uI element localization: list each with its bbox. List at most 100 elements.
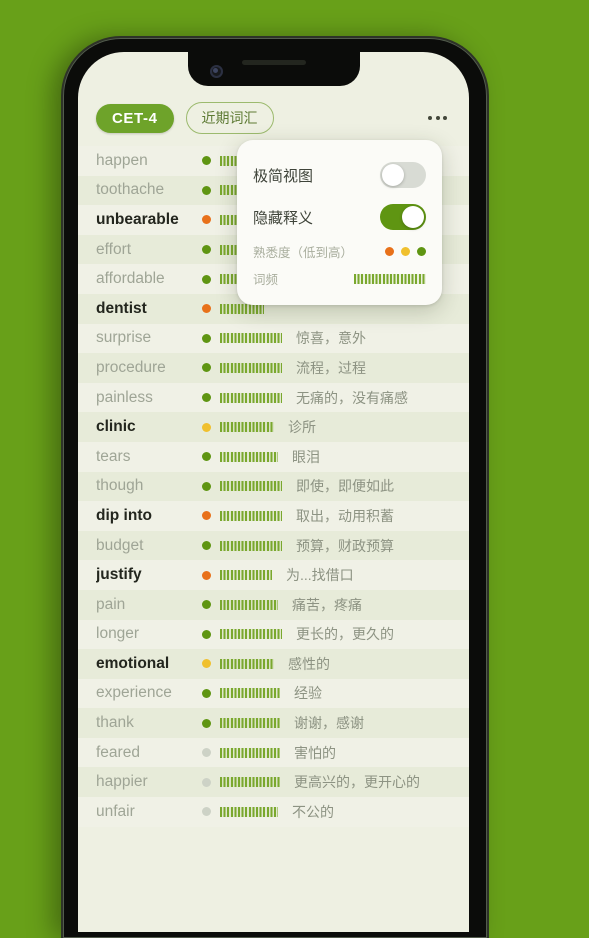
familiarity-dot bbox=[202, 481, 211, 491]
word-term: dentist bbox=[96, 299, 147, 317]
setting-row-hide-definition[interactable]: 隐藏释义 bbox=[253, 196, 426, 238]
word-row[interactable]: happier 更高兴的，更开心的 bbox=[78, 767, 469, 798]
frequency-legend-bar bbox=[354, 273, 426, 284]
word-term: justify bbox=[96, 566, 142, 584]
familiarity-dot bbox=[202, 215, 211, 225]
word-term: happier bbox=[96, 773, 148, 791]
word-definition: 诊所 bbox=[288, 419, 316, 436]
word-definition: 即使，即便如此 bbox=[296, 478, 394, 495]
word-definition: 流程，过程 bbox=[296, 359, 366, 376]
word-row[interactable]: thank 谢谢，感谢 bbox=[78, 708, 469, 738]
word-definition: 害怕的 bbox=[294, 744, 336, 761]
word-term: longer bbox=[96, 625, 140, 643]
word-row[interactable]: feared 害怕的 bbox=[78, 737, 469, 768]
frequency-bar bbox=[220, 658, 274, 669]
app-header: CET-4 近期词汇 bbox=[78, 96, 469, 140]
word-term: unfair bbox=[96, 802, 135, 820]
frequency-bar bbox=[220, 362, 282, 373]
word-row[interactable]: dip into 取出，动用积蓄 bbox=[78, 501, 469, 531]
toggle-hide-definition[interactable] bbox=[380, 204, 426, 230]
word-row[interactable]: though 即使，即便如此 bbox=[78, 471, 469, 502]
word-row[interactable]: painless 无痛的，没有痛感 bbox=[78, 382, 469, 413]
word-definition: 无痛的，没有痛感 bbox=[296, 389, 408, 406]
familiarity-dot bbox=[202, 333, 211, 343]
word-definition: 谢谢，感谢 bbox=[294, 715, 364, 732]
frequency-bar bbox=[220, 451, 278, 462]
word-row[interactable]: procedure 流程，过程 bbox=[78, 353, 469, 383]
word-term: though bbox=[96, 477, 144, 495]
word-row[interactable]: tears 眼泪 bbox=[78, 441, 469, 472]
familiarity-legend-dot bbox=[401, 247, 410, 256]
word-definition: 为...找借口 bbox=[286, 567, 354, 584]
setting-row-minimal-view[interactable]: 极简视图 bbox=[253, 154, 426, 196]
word-row[interactable]: budget 预算，财政预算 bbox=[78, 530, 469, 561]
familiarity-legend-dots bbox=[385, 247, 426, 256]
word-definition: 不公的 bbox=[292, 803, 334, 820]
familiarity-dot bbox=[202, 304, 211, 314]
frequency-bar bbox=[220, 777, 280, 788]
word-term: procedure bbox=[96, 358, 166, 376]
legend-familiarity-label: 熟悉度（低到高） bbox=[253, 246, 354, 260]
familiarity-dot bbox=[202, 541, 211, 551]
legend-familiarity: 熟悉度（低到高） bbox=[253, 238, 426, 265]
familiarity-dot bbox=[202, 777, 211, 787]
familiarity-dot bbox=[202, 393, 211, 403]
word-row[interactable]: surprise 惊喜，意外 bbox=[78, 323, 469, 354]
word-definition: 感性的 bbox=[288, 655, 330, 672]
familiarity-dot bbox=[202, 659, 211, 669]
frequency-bar bbox=[220, 422, 274, 433]
frequency-bar bbox=[220, 540, 282, 551]
word-row[interactable]: justify 为...找借口 bbox=[78, 560, 469, 590]
word-row[interactable]: unfair 不公的 bbox=[78, 797, 469, 827]
word-term: clinic bbox=[96, 418, 136, 436]
familiarity-dot bbox=[202, 363, 211, 373]
word-row[interactable]: clinic 诊所 bbox=[78, 412, 469, 442]
word-row[interactable]: longer 更长的，更久的 bbox=[78, 619, 469, 650]
word-term: happen bbox=[96, 151, 148, 169]
word-term: painless bbox=[96, 388, 153, 406]
front-camera-icon bbox=[209, 65, 223, 78]
familiarity-dot bbox=[202, 748, 211, 758]
word-term: surprise bbox=[96, 329, 152, 347]
familiarity-dot bbox=[202, 185, 211, 195]
word-row[interactable]: pain 痛苦，疼痛 bbox=[78, 589, 469, 620]
more-dot bbox=[435, 116, 440, 120]
level-badge[interactable]: CET-4 bbox=[96, 103, 174, 133]
word-definition: 惊喜，意外 bbox=[296, 330, 366, 347]
settings-popup: 极简视图 隐藏释义 熟悉度（低到高） 词频 bbox=[237, 140, 442, 305]
familiarity-dot bbox=[202, 245, 211, 255]
more-horizontal-icon[interactable] bbox=[424, 108, 451, 128]
frequency-bar bbox=[220, 510, 282, 521]
word-term: emotional bbox=[96, 654, 170, 672]
word-term: thank bbox=[96, 714, 134, 732]
toggle-minimal-view[interactable] bbox=[380, 162, 426, 188]
familiarity-dot bbox=[202, 600, 211, 610]
frequency-bar bbox=[220, 481, 282, 492]
familiarity-dot bbox=[202, 718, 211, 728]
word-term: feared bbox=[96, 743, 140, 761]
word-definition: 经验 bbox=[294, 685, 322, 702]
frequency-bar bbox=[220, 599, 278, 610]
word-definition: 取出，动用积蓄 bbox=[296, 507, 394, 524]
familiarity-dot bbox=[202, 688, 211, 698]
frequency-bar bbox=[220, 570, 272, 581]
more-dot bbox=[428, 116, 432, 120]
frequency-bar bbox=[220, 392, 282, 403]
familiarity-dot bbox=[202, 452, 211, 462]
word-row[interactable]: experience 经验 bbox=[78, 678, 469, 709]
word-definition: 预算，财政预算 bbox=[296, 537, 394, 554]
word-term: tears bbox=[96, 447, 131, 465]
word-row[interactable]: emotional 感性的 bbox=[78, 649, 469, 679]
frequency-bar bbox=[220, 629, 282, 640]
word-term: unbearable bbox=[96, 210, 179, 228]
phone-screen: CET-4 近期词汇 happen toothache unbearable effo… bbox=[78, 52, 469, 932]
familiarity-dot bbox=[202, 274, 211, 284]
word-term: toothache bbox=[96, 181, 165, 199]
word-term: effort bbox=[96, 240, 132, 258]
word-term: experience bbox=[96, 684, 172, 702]
more-dot bbox=[443, 116, 447, 120]
setting-label: 隐藏释义 bbox=[253, 209, 314, 227]
word-term: dip into bbox=[96, 506, 152, 524]
toggle-knob bbox=[402, 206, 424, 228]
list-filter-pill[interactable]: 近期词汇 bbox=[185, 102, 274, 134]
